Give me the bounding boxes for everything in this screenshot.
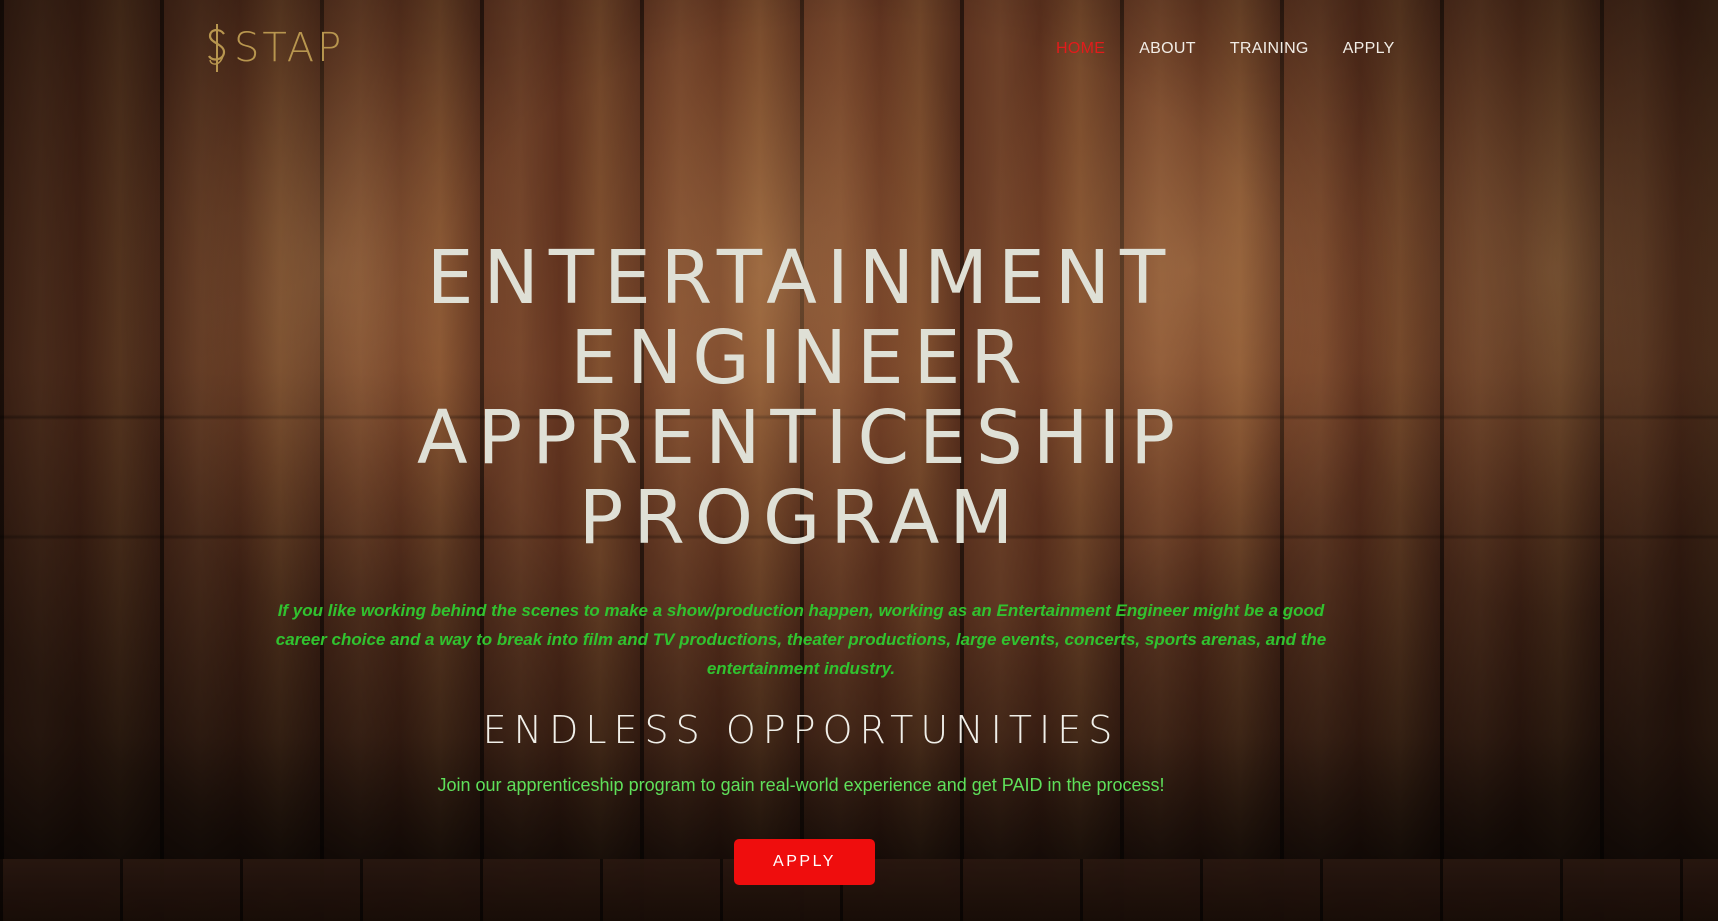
hero-title-line: PROGRAM — [578, 475, 1024, 561]
hero-title-line: ENGINEER — [570, 315, 1032, 401]
nav-apply[interactable]: APPLY — [1343, 40, 1395, 58]
nav-training[interactable]: TRAINING — [1230, 40, 1309, 58]
dollar-s-icon — [208, 24, 226, 72]
apply-button[interactable]: APPLY — [734, 839, 875, 885]
hero-title-line: APPRENTICESHIP — [417, 395, 1185, 481]
subheading: ENDLESS OPPORTUNITIES — [482, 708, 1120, 752]
landing-page: STAP HOME ABOUT TRAINING APPLY ENTERTAIN… — [0, 0, 1718, 921]
hero-intro-text: If you like working behind the scenes to… — [275, 601, 1327, 678]
main-nav: HOME ABOUT TRAINING APPLY — [1056, 40, 1395, 58]
hero-title-line: ENTERTAINMENT — [426, 235, 1176, 321]
logo-text: STAP — [234, 25, 345, 71]
tagline: Join our apprenticeship program to gain … — [437, 775, 1165, 795]
site-logo[interactable]: STAP — [206, 22, 344, 74]
nav-about[interactable]: ABOUT — [1139, 40, 1196, 58]
hero-title: ENTERTAINMENT ENGINEER APPRENTICESHIP PR… — [0, 238, 1602, 558]
nav-home[interactable]: HOME — [1056, 40, 1105, 58]
